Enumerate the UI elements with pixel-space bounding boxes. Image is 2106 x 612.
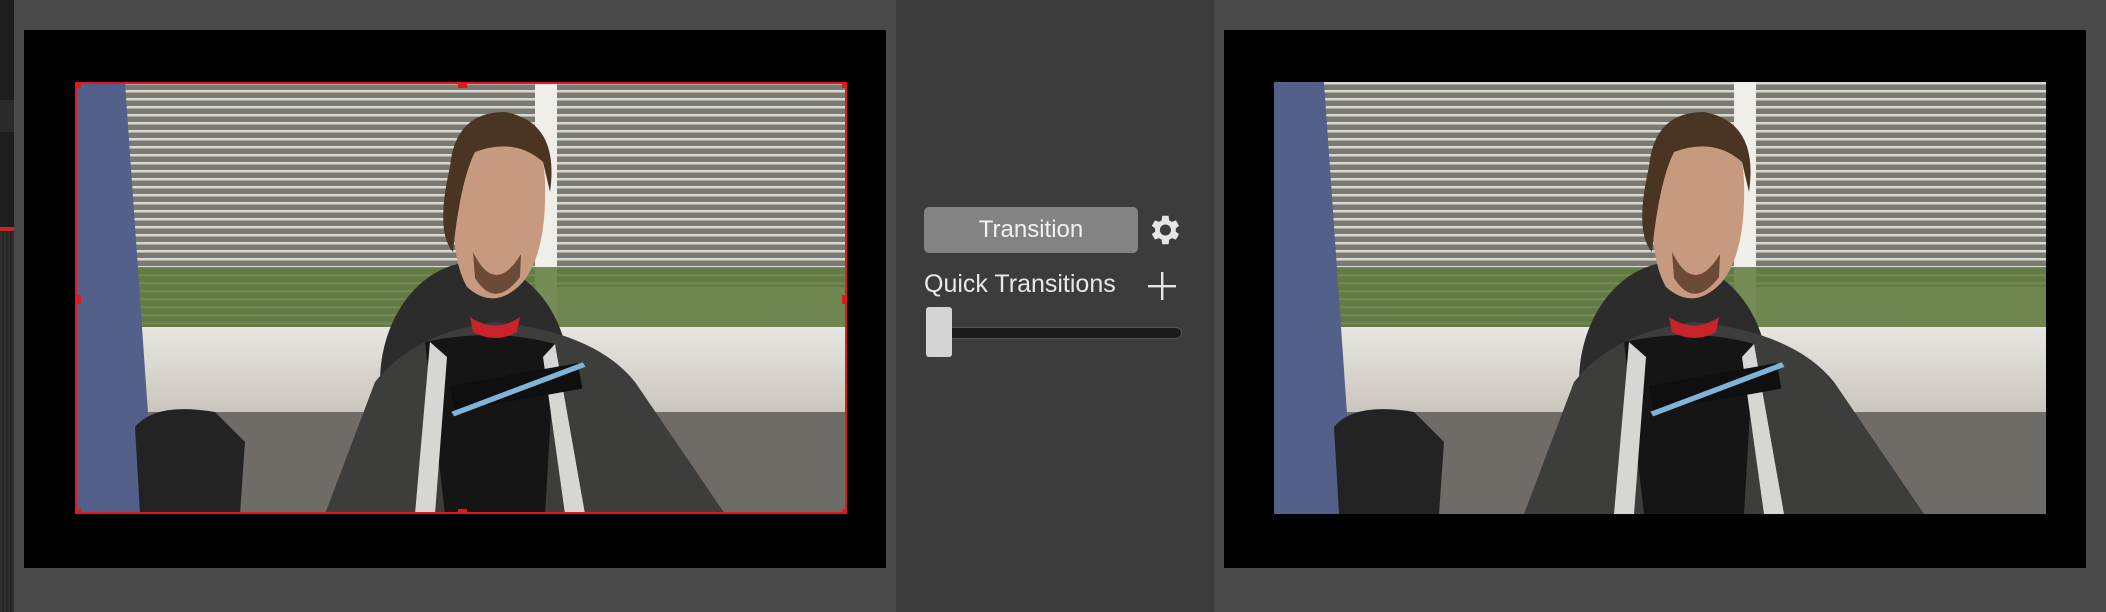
resize-handle-bottom[interactable] [458, 509, 467, 514]
transition-slider-track[interactable] [926, 327, 1182, 339]
plus-icon[interactable] [1144, 268, 1180, 304]
camera-frame-image [1274, 82, 2046, 514]
resize-handle-bottom-right[interactable] [842, 509, 847, 514]
program-panel [1214, 0, 2106, 612]
preview-video-source[interactable] [75, 82, 847, 514]
preview-canvas[interactable] [24, 30, 886, 568]
resize-handle-top-left[interactable] [75, 82, 81, 88]
resize-handle-bottom-left[interactable] [75, 509, 81, 514]
program-canvas [1224, 30, 2086, 568]
transition-controls: Transition Quick Transitions [896, 0, 1214, 612]
dock-segment [0, 132, 14, 227]
transition-button[interactable]: Transition [924, 207, 1138, 253]
resize-handle-left[interactable] [75, 295, 81, 304]
resize-handle-top[interactable] [458, 82, 467, 88]
preview-panel [14, 0, 896, 612]
transition-slider-thumb[interactable] [926, 307, 952, 357]
resize-handle-top-right[interactable] [842, 82, 847, 88]
quick-transitions-label: Quick Transitions [924, 270, 1116, 298]
dock-segment [0, 0, 14, 100]
program-video-output [1274, 82, 2046, 514]
source-selection-box[interactable] [75, 82, 847, 514]
resize-handle-right[interactable] [842, 295, 847, 304]
dock-segment [0, 231, 14, 612]
left-dock-strip [0, 0, 14, 612]
gear-icon[interactable] [1145, 211, 1183, 249]
